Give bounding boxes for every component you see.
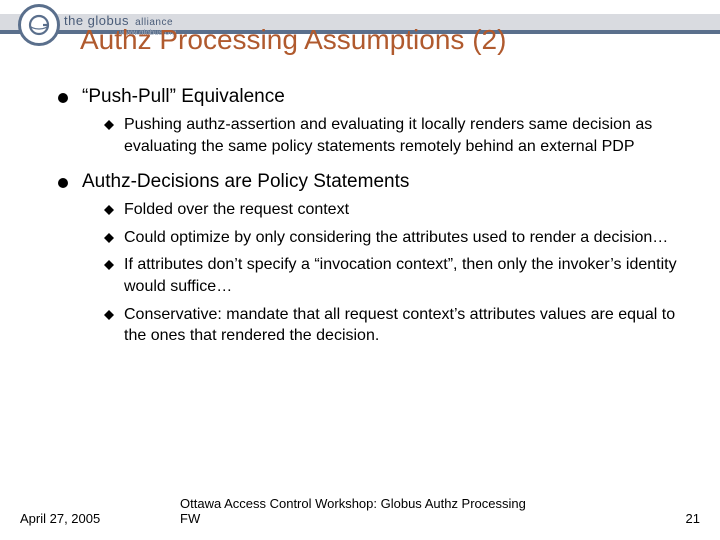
- footer-center: Ottawa Access Control Workshop: Globus A…: [180, 496, 540, 526]
- bullet-level2: If attributes don’t specify a “invocatio…: [104, 254, 682, 297]
- diamond-icon: [104, 260, 114, 270]
- page-title: Authz Processing Assumptions (2): [80, 24, 506, 56]
- bullet-level2: Could optimize by only considering the a…: [104, 227, 682, 249]
- slide-content: “Push-Pull” Equivalence Pushing authz-as…: [58, 86, 682, 361]
- bullet-label: Authz-Decisions are Policy Statements: [82, 171, 409, 193]
- bullet-level1: “Push-Pull” Equivalence: [58, 86, 682, 108]
- footer-date: April 27, 2005: [20, 511, 100, 526]
- bullet-level2: Pushing authz-assertion and evaluating i…: [104, 114, 682, 157]
- sub-bullet-text: Could optimize by only considering the a…: [124, 227, 668, 249]
- dot-icon: [58, 178, 68, 188]
- bullet-label: “Push-Pull” Equivalence: [82, 86, 285, 108]
- page-number: 21: [686, 511, 700, 526]
- diamond-icon: [104, 233, 114, 243]
- diamond-icon: [104, 120, 114, 130]
- bullet-level1: Authz-Decisions are Policy Statements: [58, 171, 682, 193]
- sub-bullet-text: Pushing authz-assertion and evaluating i…: [124, 114, 682, 157]
- dot-icon: [58, 93, 68, 103]
- sub-bullet-group: Pushing authz-assertion and evaluating i…: [104, 114, 682, 157]
- sub-bullet-text: If attributes don’t specify a “invocatio…: [124, 254, 682, 297]
- sub-bullet-group: Folded over the request context Could op…: [104, 199, 682, 347]
- bullet-level2: Folded over the request context: [104, 199, 682, 221]
- diamond-icon: [104, 310, 114, 320]
- sub-bullet-text: Conservative: mandate that all request c…: [124, 304, 682, 347]
- globus-logo-icon: [18, 4, 60, 46]
- diamond-icon: [104, 205, 114, 215]
- bullet-level2: Conservative: mandate that all request c…: [104, 304, 682, 347]
- sub-bullet-text: Folded over the request context: [124, 199, 349, 221]
